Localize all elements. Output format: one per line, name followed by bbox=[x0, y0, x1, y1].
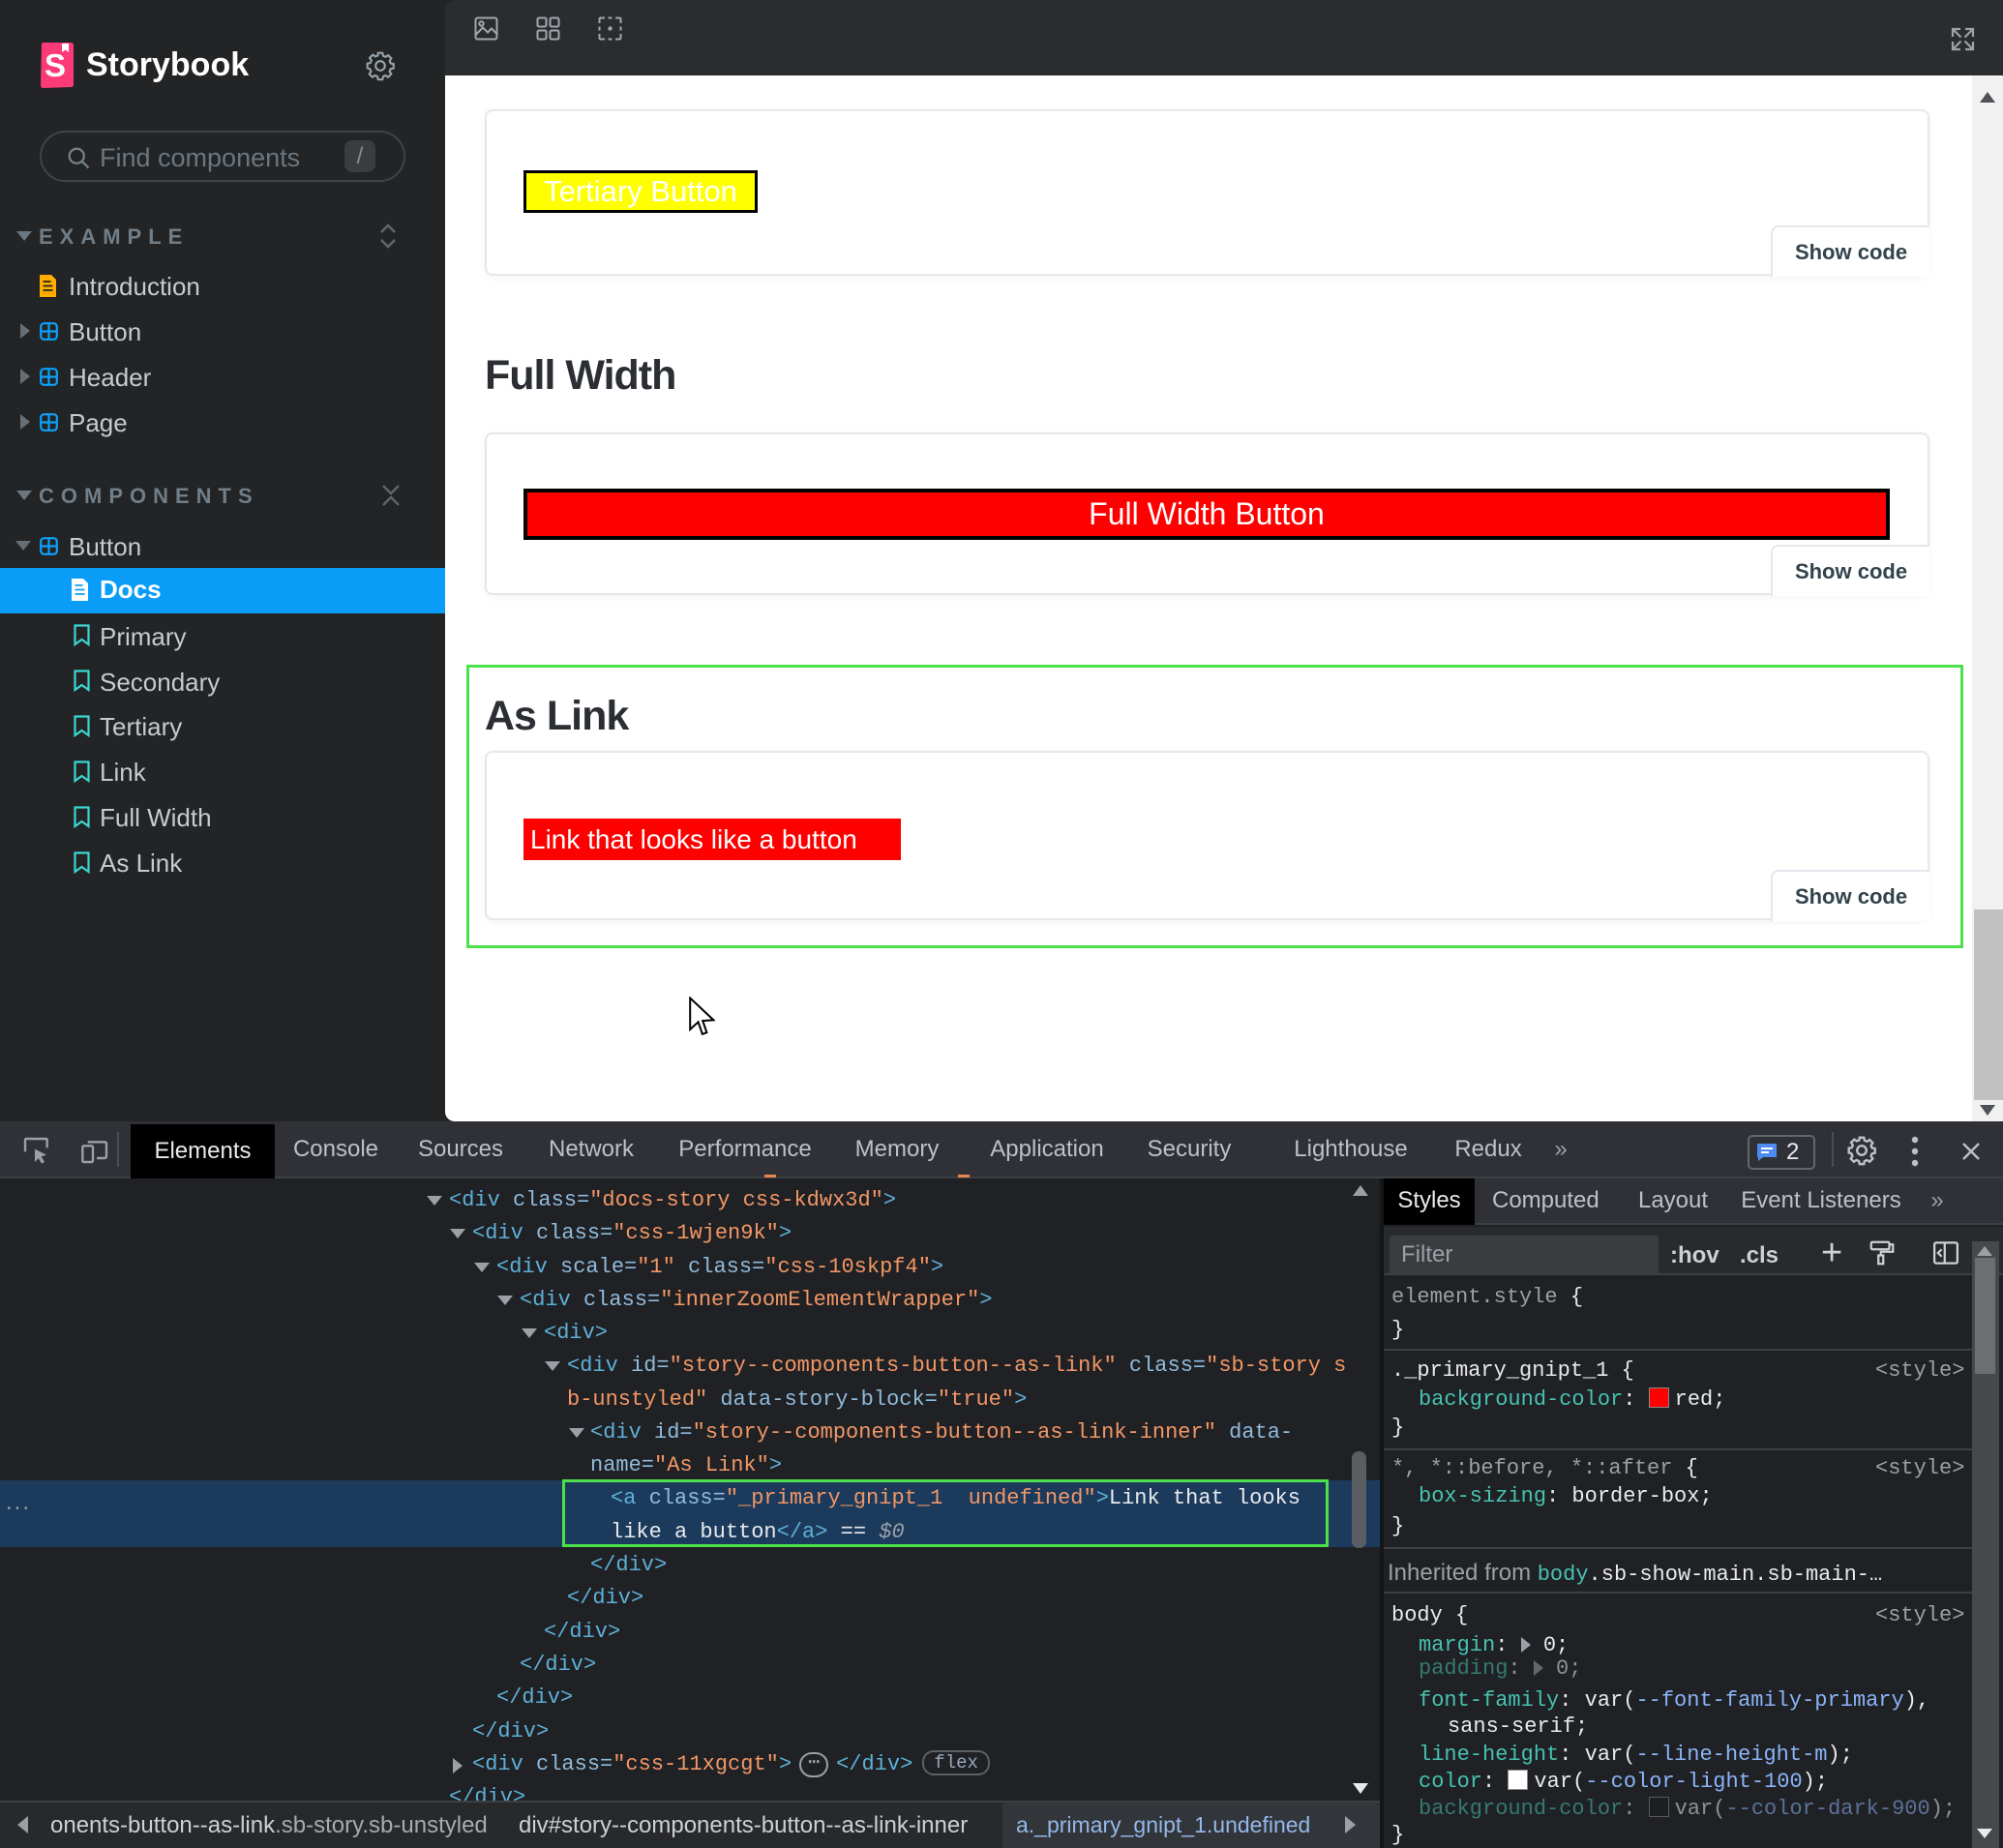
svg-text:S: S bbox=[45, 47, 66, 83]
